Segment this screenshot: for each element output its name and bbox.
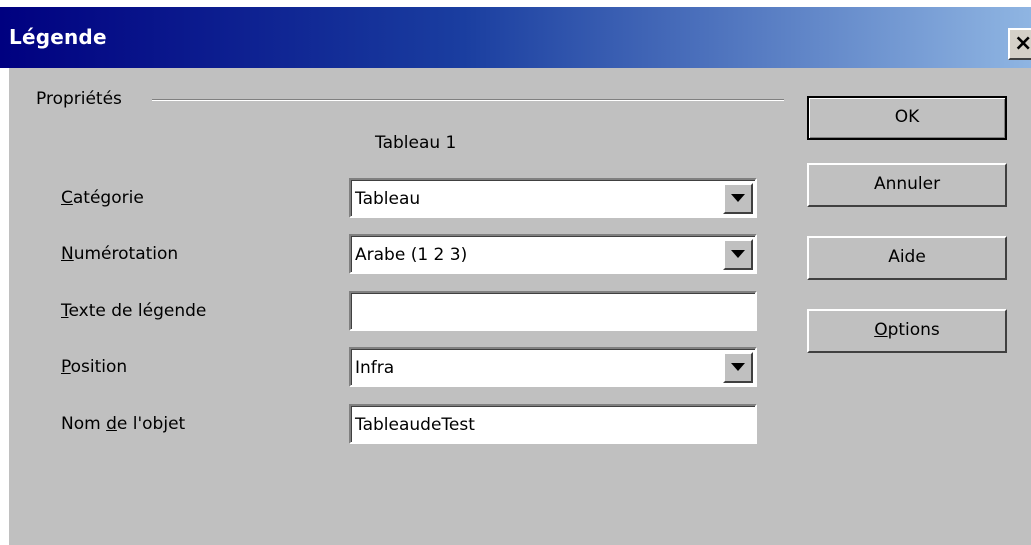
chevron-down-icon: [731, 250, 745, 258]
position-dropdown[interactable]: Infra: [349, 347, 757, 387]
caption-text-label: Texte de légende: [61, 301, 206, 321]
options-button[interactable]: Options: [807, 309, 1007, 353]
category-dropdown[interactable]: Tableau: [349, 178, 757, 218]
cancel-button[interactable]: Annuler: [807, 163, 1007, 207]
category-label: Catégorie: [61, 188, 144, 208]
caption-text-label-rest: exte de légende: [68, 301, 207, 321]
object-name-label-mnemonic: d: [106, 414, 117, 434]
object-name-label: Nom de l'objet: [61, 414, 185, 434]
close-button[interactable]: ×: [1008, 28, 1031, 60]
position-label: Position: [61, 357, 127, 377]
help-button[interactable]: Aide: [807, 236, 1007, 280]
object-name-label-prefix: Nom: [61, 414, 107, 434]
options-rest: ptions: [887, 320, 940, 340]
category-value: Tableau: [355, 189, 421, 209]
properties-group-label: Propriétés: [36, 89, 130, 109]
object-name-input[interactable]: TableaudeTest: [349, 404, 757, 444]
title-bar: [0, 7, 1031, 68]
position-label-rest: osition: [70, 357, 128, 377]
numbering-label-mnemonic: N: [61, 244, 74, 264]
numbering-label-rest: umérotation: [73, 244, 179, 264]
position-dropdown-button[interactable]: [723, 352, 753, 383]
position-label-mnemonic: P: [61, 357, 71, 377]
numbering-dropdown[interactable]: Arabe (1 2 3): [349, 234, 757, 274]
category-label-rest: atégorie: [72, 188, 144, 208]
dialog-title: Légende: [9, 25, 107, 49]
position-value: Infra: [355, 358, 395, 378]
caption-text-input[interactable]: [349, 291, 757, 331]
caption-text-label-mnemonic: T: [61, 301, 69, 321]
object-name-label-rest: e l'objet: [116, 414, 186, 434]
options-mnemonic: O: [874, 320, 888, 340]
numbering-label: Numérotation: [61, 244, 178, 264]
chevron-down-icon: [731, 194, 745, 202]
close-icon: ×: [1014, 31, 1031, 56]
chevron-down-icon: [731, 363, 745, 371]
group-separator: [152, 99, 784, 101]
numbering-dropdown-button[interactable]: [723, 239, 753, 270]
ok-button[interactable]: OK: [807, 96, 1007, 140]
numbering-value: Arabe (1 2 3): [355, 245, 468, 265]
object-title: Tableau 1: [375, 133, 457, 153]
category-label-mnemonic: C: [61, 188, 73, 208]
object-name-value: TableaudeTest: [355, 415, 475, 435]
category-dropdown-button[interactable]: [723, 183, 753, 214]
